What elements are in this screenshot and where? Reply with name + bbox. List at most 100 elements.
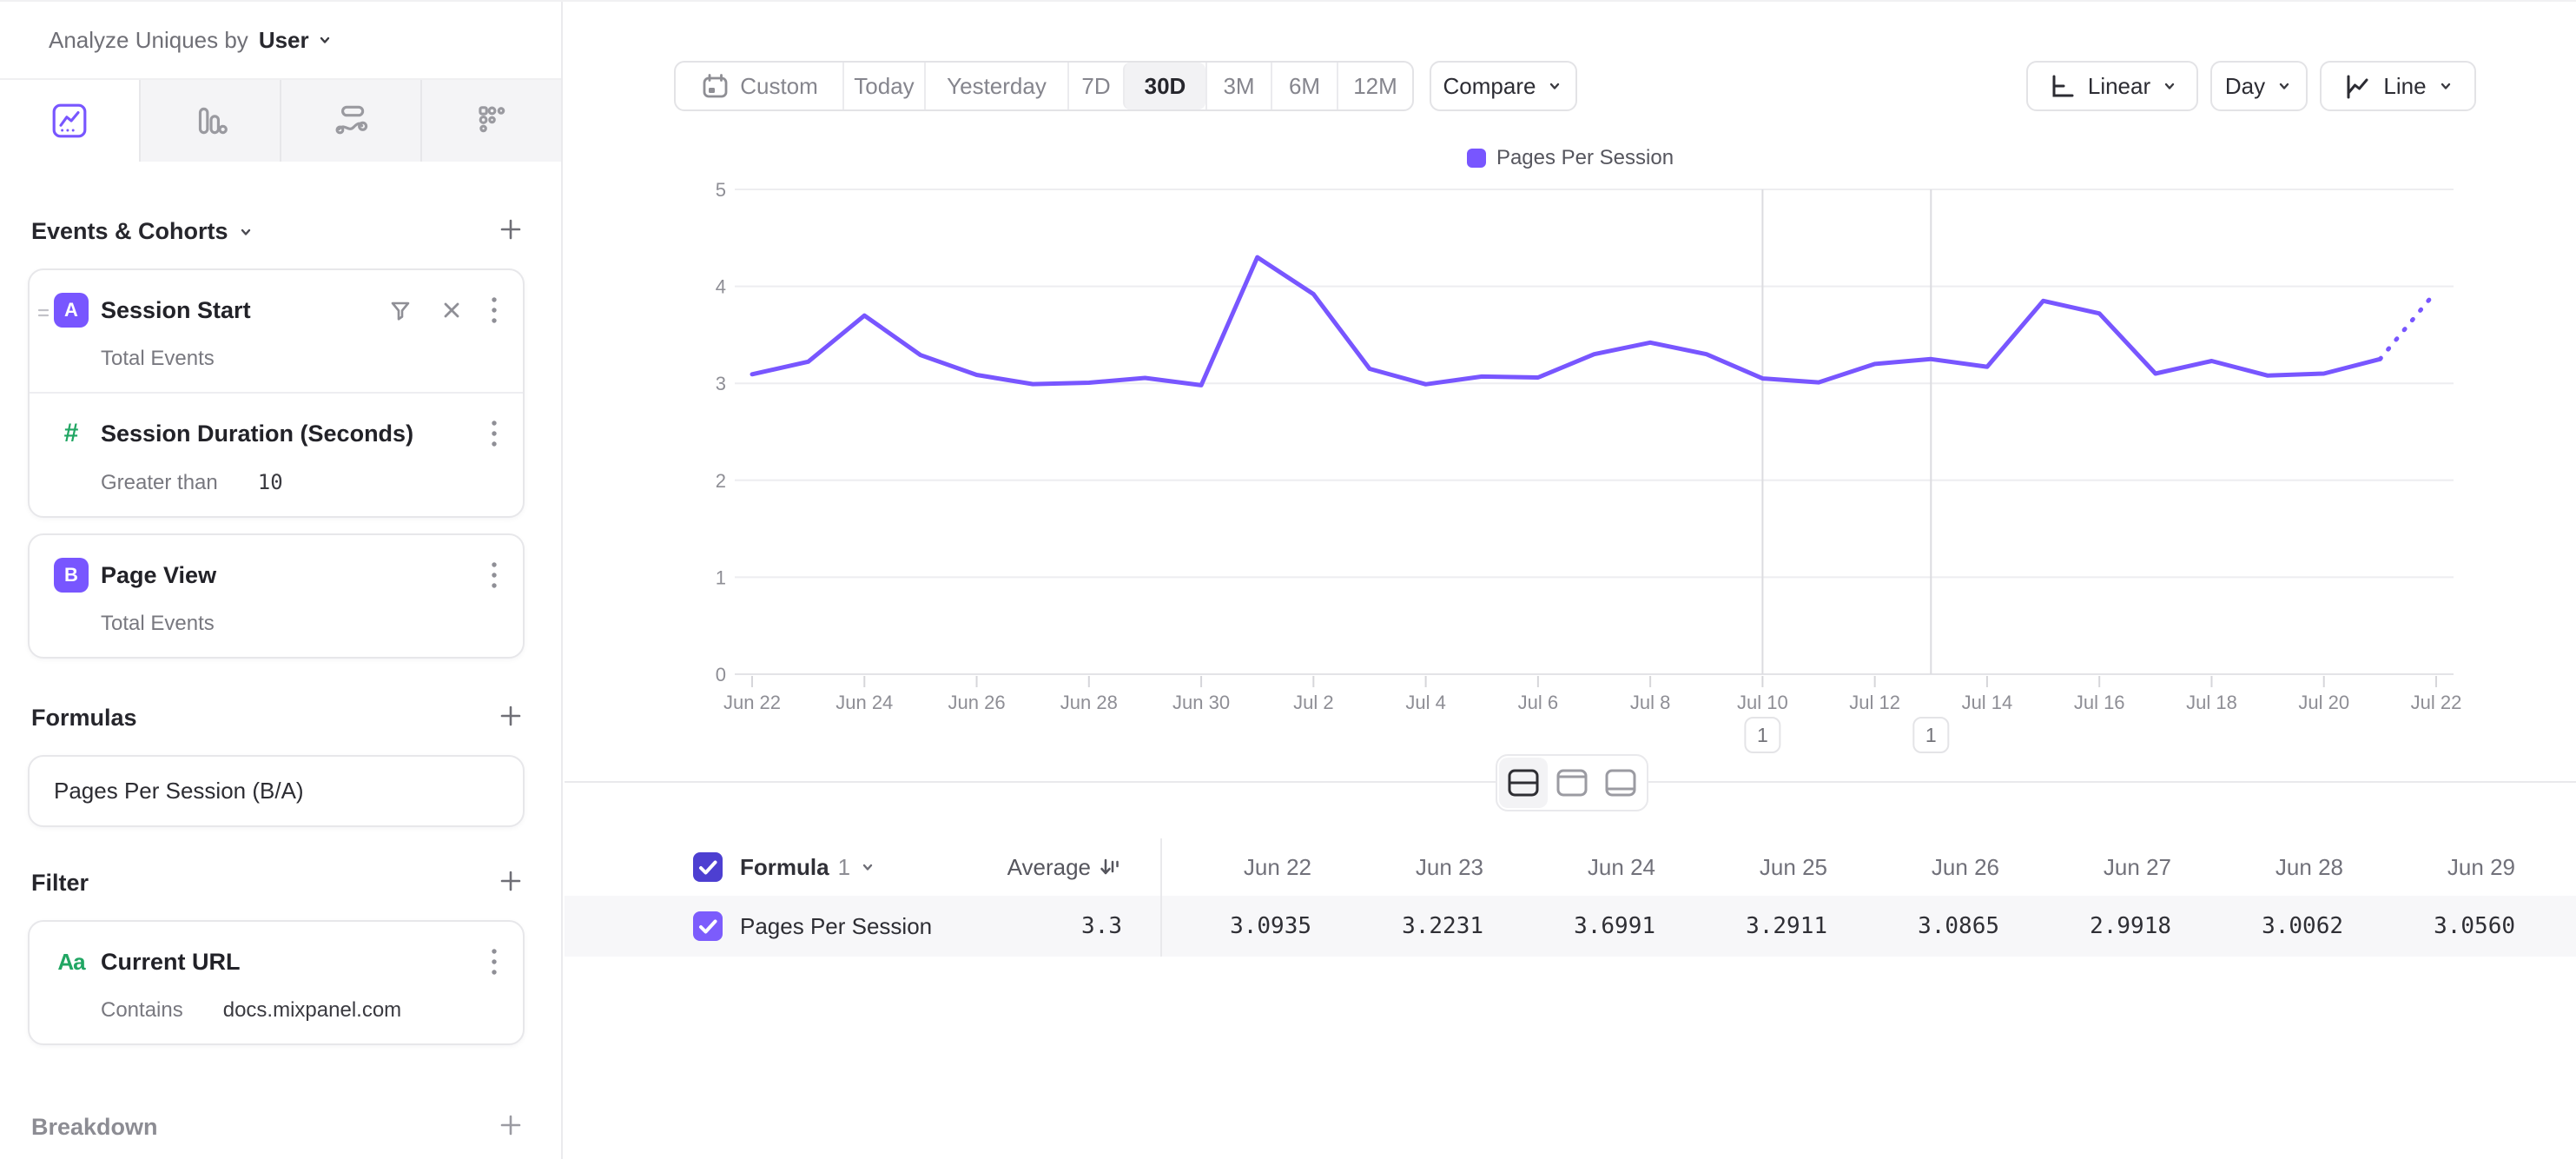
cell-value: 3.0935 (1160, 913, 1332, 939)
average-label: Average (1007, 854, 1091, 881)
add-filter-funnel-icon[interactable] (387, 297, 413, 323)
cell-value: 2.9918 (2020, 913, 2192, 939)
layout-toggle-group (1496, 754, 1648, 811)
column-header[interactable]: Jun 27 (2020, 854, 2192, 881)
add-formula-button[interactable] (497, 702, 525, 734)
event-row[interactable]: A Session Start Total Events (30, 270, 523, 392)
property-filter-row[interactable]: # Session Duration (Seconds) Greater tha… (30, 392, 523, 516)
annotation-count: 1 (1925, 724, 1937, 746)
cell-value: 3.0062 (2192, 913, 2364, 939)
analyze-by-label: Analyze Uniques by (49, 27, 248, 54)
events-section-title[interactable]: Events & Cohorts (31, 218, 254, 245)
kebab-menu-icon[interactable] (490, 560, 499, 590)
row-checkbox[interactable] (693, 911, 723, 941)
insights-report-page: Analyze Uniques by User (0, 0, 2576, 1159)
sidebar-content: Events & Cohorts A Session Start (0, 215, 561, 1143)
retention-grid-icon (472, 102, 511, 140)
x-axis-label: Jun 28 (1060, 692, 1118, 713)
column-header[interactable]: Jun 28 (2192, 854, 2364, 881)
events-section-header: Events & Cohorts (28, 215, 525, 248)
tab-insights[interactable] (0, 80, 139, 162)
filter-card-current-url: Aa Current URL Contains docs.mixpanel.co… (28, 920, 525, 1045)
x-axis-label: Jul 22 (2411, 692, 2462, 713)
x-axis-label: Jul 6 (1518, 692, 1558, 713)
tab-funnels[interactable] (139, 80, 280, 162)
analyze-by-dropdown[interactable]: User (259, 27, 334, 54)
add-filter-button[interactable] (497, 867, 525, 899)
table-divider (1160, 896, 1162, 957)
x-axis-label: Jul 12 (1849, 692, 1900, 713)
y-axis-label: 2 (716, 470, 726, 492)
column-header[interactable]: Jun 26 (1848, 854, 2020, 881)
filter-operator[interactable]: Greater than (101, 471, 218, 495)
filter-section-header: Filter (28, 867, 525, 899)
analyze-by-value: User (259, 27, 309, 54)
column-header[interactable]: Jun 22 (1160, 854, 1332, 881)
layout-toggle-table-only[interactable] (1596, 758, 1645, 808)
select-all-checkbox[interactable] (693, 852, 723, 882)
column-header[interactable]: Jun 29 (2364, 854, 2536, 881)
plus-icon (497, 867, 525, 895)
report-type-tabs (0, 80, 561, 162)
cell-value: 3.6991 (1504, 913, 1676, 939)
average-sort-header[interactable]: Average (1007, 854, 1122, 881)
event-name: Session Start (101, 297, 251, 324)
formula-group-dropdown[interactable]: Formula 1 (740, 854, 876, 881)
series-line[interactable] (752, 257, 2380, 385)
tab-retention[interactable] (420, 80, 561, 162)
cell-value: 3.0865 (1848, 913, 2020, 939)
split-view-icon (1506, 767, 1541, 798)
flows-icon (332, 102, 370, 140)
layout-toggle-chart-only[interactable] (1548, 758, 1596, 808)
chevron-down-icon (316, 31, 334, 49)
y-axis-label: 4 (716, 276, 726, 298)
layout-toggle-split-view[interactable] (1499, 758, 1548, 808)
add-breakdown-button[interactable] (497, 1111, 525, 1143)
check-icon (693, 911, 723, 941)
breakdown-section-title: Breakdown (31, 1114, 158, 1141)
x-axis-label: Jul 8 (1630, 692, 1670, 713)
filter-row[interactable]: Aa Current URL Contains docs.mixpanel.co… (30, 922, 523, 1043)
x-axis-label: Jun 24 (836, 692, 893, 713)
cell-value: 3.2911 (1676, 913, 1848, 939)
y-axis-label: 0 (716, 664, 726, 685)
chart-only-icon (1555, 767, 1589, 798)
column-header[interactable]: Jun 25 (1676, 854, 1848, 881)
x-axis-label: Jun 30 (1172, 692, 1230, 713)
kebab-menu-icon[interactable] (490, 295, 499, 325)
series-line-projected[interactable] (2380, 291, 2436, 359)
x-axis-label: Jul 20 (2298, 692, 2349, 713)
bar-chart-icon (191, 102, 229, 140)
filter-section-title: Filter (31, 870, 89, 897)
report-main: CustomTodayYesterday7D30D3M6M12M Compare… (565, 2, 2576, 1159)
y-axis-label: 3 (716, 373, 726, 394)
event-row[interactable]: B Page View Total Events (30, 535, 523, 657)
table-data-row[interactable]: Pages Per Session 3.3 3.09353.22313.6991… (565, 896, 2576, 957)
drag-handle-icon[interactable] (36, 305, 50, 325)
column-header[interactable]: Jun 24 (1504, 854, 1676, 881)
x-axis-label: Jun 22 (723, 692, 781, 713)
series-name: Pages Per Session (740, 913, 932, 940)
column-header[interactable]: Jun 23 (1332, 854, 1504, 881)
formula-card[interactable]: Pages Per Session (B/A) (28, 755, 525, 827)
event-aggregation[interactable]: Total Events (101, 347, 215, 371)
tab-flows[interactable] (280, 80, 420, 162)
number-property-icon: # (54, 416, 89, 451)
add-event-button[interactable] (497, 215, 525, 248)
remove-event-icon[interactable] (439, 298, 464, 322)
analyze-header: Analyze Uniques by User (0, 2, 561, 80)
table-header-row: Formula 1 Average Jun 22Jun 23Jun 24Jun … (565, 838, 2576, 896)
date-column-headers: Jun 22Jun 23Jun 24Jun 25Jun 26Jun 27Jun … (1160, 854, 2536, 881)
kebab-menu-icon[interactable] (490, 419, 499, 448)
cell-value: 3.0560 (2364, 913, 2536, 939)
kebab-menu-icon[interactable] (490, 947, 499, 977)
chevron-down-icon (237, 223, 254, 241)
x-axis-label: Jul 2 (1293, 692, 1333, 713)
filter-value[interactable]: 10 (258, 470, 283, 494)
filter-operator[interactable]: Contains (101, 998, 183, 1023)
filter-value[interactable]: docs.mixpanel.com (223, 998, 401, 1023)
cell-value: 3.2231 (1332, 913, 1504, 939)
sort-descending-icon (1098, 855, 1122, 879)
breakdown-section-header: Breakdown (28, 1111, 525, 1143)
event-aggregation[interactable]: Total Events (101, 612, 215, 636)
